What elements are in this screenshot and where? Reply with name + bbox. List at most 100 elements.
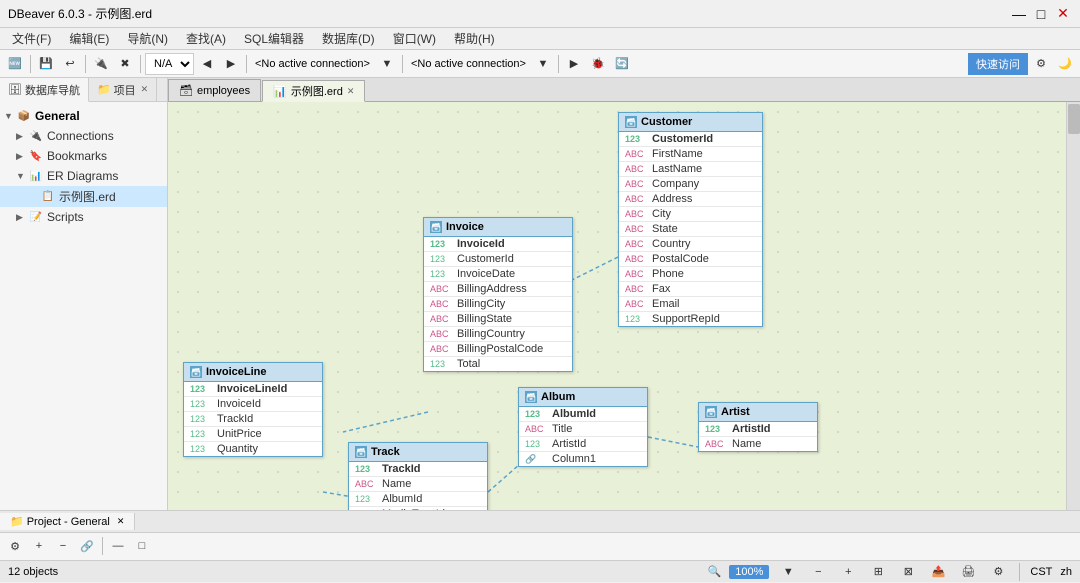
track-field-name: ABCName (349, 477, 487, 492)
close-button[interactable]: ✕ (1054, 5, 1072, 23)
bottom-add[interactable]: + (28, 535, 50, 557)
tree-bookmarks[interactable]: ▶ 🔖 Bookmarks (0, 146, 167, 166)
tree-erd-file[interactable]: 📋 示例图.erd (0, 186, 167, 207)
quick-access-button[interactable]: 快速访问 (968, 53, 1028, 75)
customer-field-city: ABCCity (619, 207, 762, 222)
zoom-fit[interactable]: ⊞ (867, 561, 889, 583)
menu-item-n[interactable]: 导航(N) (119, 28, 176, 49)
connect-button[interactable]: 🔌 (90, 53, 112, 75)
vertical-scrollbar[interactable] (1066, 102, 1080, 510)
search-icon[interactable]: 🔍 (708, 565, 722, 578)
erd-tab-icon: 📊 (273, 85, 287, 98)
tab-db-nav[interactable]: 🗄 数据库导航 (0, 78, 89, 102)
settings-btn2[interactable]: ⚙ (987, 561, 1009, 583)
nav-forward[interactable]: ▶ (220, 53, 242, 75)
track-table-icon: 🗃 (355, 446, 367, 458)
left-panel-tabs: 🗄 数据库导航 📁 项目 ✕ (0, 78, 167, 102)
debug-button[interactable]: 🐞 (587, 53, 609, 75)
artist-field-id: 123ArtistId (699, 422, 817, 437)
customer-field-state: ABCState (619, 222, 762, 237)
print-btn[interactable]: 🖨 (957, 561, 979, 583)
artist-table[interactable]: 🗃 Artist 123ArtistId ABCName (698, 402, 818, 452)
album-table[interactable]: 🗃 Album 123AlbumId ABCTitle 123ArtistId … (518, 387, 648, 467)
zoom-in[interactable]: + (837, 561, 859, 583)
bottom-remove[interactable]: − (52, 535, 74, 557)
minimize-button[interactable]: — (1010, 5, 1028, 23)
menu-item-a[interactable]: 查找(A) (178, 28, 234, 49)
tab-project-close[interactable]: ✕ (141, 84, 149, 95)
menu-item-h[interactable]: 帮助(H) (446, 28, 503, 49)
invoiceline-table[interactable]: 🗃 InvoiceLine 123InvoiceLineId 123Invoic… (183, 362, 323, 457)
bottom-tab-project[interactable]: 📁 Project - General ✕ (0, 513, 135, 530)
save-button[interactable]: 💾 (35, 53, 57, 75)
track-table[interactable]: 🗃 Track 123TrackId ABCName 123AlbumId 12… (348, 442, 488, 510)
bk-arrow: ▶ (16, 151, 28, 162)
editor-tabs: 🗃 employees 📊 示例图.erd ✕ (168, 78, 1080, 102)
conn-dropdown-1[interactable]: ▼ (376, 53, 398, 75)
scripts-arrow: ▶ (16, 212, 28, 223)
editor-area: 🗃 employees 📊 示例图.erd ✕ (168, 78, 1080, 510)
er-icon: 📊 (28, 168, 44, 184)
tree-general[interactable]: ▼ 📦 General (0, 106, 167, 126)
tab-project[interactable]: 📁 项目 ✕ (89, 78, 157, 101)
tab-employees[interactable]: 🗃 employees (168, 79, 261, 101)
menu-item-w[interactable]: 窗口(W) (385, 28, 444, 49)
customer-field-fax: ABCFax (619, 282, 762, 297)
invoice-table[interactable]: 🗃 Invoice 123InvoiceId 123CustomerId 123… (423, 217, 573, 372)
object-count: 12 objects (8, 566, 58, 578)
nav-back[interactable]: ◀ (196, 53, 218, 75)
tab-db-nav-label: 数据库导航 (25, 82, 80, 98)
customer-field-id: 123 CustomerId (619, 132, 762, 147)
bottom-panel: 📁 Project - General ✕ ⚙ + − 🔗 — □ (0, 510, 1080, 560)
run-button[interactable]: ▶ (563, 53, 585, 75)
zoom-out[interactable]: − (807, 561, 829, 583)
sep6 (558, 55, 559, 73)
maximize-button[interactable]: □ (1032, 5, 1050, 23)
erd-file-label: 示例图.erd (59, 188, 116, 205)
refresh-button[interactable]: 🔄 (611, 53, 633, 75)
erd-canvas[interactable]: 🗃 Customer 123 CustomerId ABCFirstName A… (168, 102, 1080, 510)
bottom-settings[interactable]: ⚙ (4, 535, 26, 557)
bottom-link[interactable]: 🔗 (76, 535, 98, 557)
bottom-min[interactable]: — (107, 535, 129, 557)
invoice-header: 🗃 Invoice (424, 218, 572, 237)
bottom-tab-close[interactable]: ✕ (117, 516, 125, 527)
grid-btn[interactable]: ⊠ (897, 561, 919, 583)
conn-dropdown-2[interactable]: ▼ (532, 53, 554, 75)
tree-er-diagrams[interactable]: ▼ 📊 ER Diagrams (0, 166, 167, 186)
zoom-dropdown[interactable]: ▼ (777, 561, 799, 583)
body-area: 🗄 数据库导航 📁 项目 ✕ ▼ 📦 General ▶ (0, 78, 1080, 582)
bottom-max[interactable]: □ (131, 535, 153, 557)
general-icon: 📦 (16, 108, 32, 124)
scrollbar-thumb[interactable] (1068, 104, 1080, 134)
theme-button[interactable]: 🌙 (1054, 53, 1076, 75)
il-field-inv: 123InvoiceId (184, 397, 322, 412)
er-arrow: ▼ (16, 171, 28, 181)
settings-button[interactable]: ⚙ (1030, 53, 1052, 75)
menu-item-f[interactable]: 文件(F) (4, 28, 59, 49)
menu-item-d[interactable]: 数据库(D) (314, 28, 383, 49)
na-dropdown[interactable]: N/A (145, 53, 194, 75)
customer-title: Customer (641, 116, 692, 128)
tree-connections[interactable]: ▶ 🔌 Connections (0, 126, 167, 146)
revert-button[interactable]: ↩ (59, 53, 81, 75)
artist-table-icon: 🗃 (705, 406, 717, 418)
tab-erd[interactable]: 📊 示例图.erd ✕ (262, 80, 365, 102)
customer-field-country: ABCCountry (619, 237, 762, 252)
customer-table[interactable]: 🗃 Customer 123 CustomerId ABCFirstName A… (618, 112, 763, 327)
sep1 (30, 55, 31, 73)
erd-tab-label: 示例图.erd (291, 83, 343, 99)
export-btn[interactable]: 📤 (927, 561, 949, 583)
customer-table-icon: 🗃 (625, 116, 637, 128)
invoice-field-id: 123InvoiceId (424, 237, 572, 252)
album-header: 🗃 Album (519, 388, 647, 407)
menu-item-e[interactable]: 编辑(E) (61, 28, 117, 49)
general-label: General (35, 109, 80, 123)
disconnect-button[interactable]: ✖ (114, 53, 136, 75)
menu-item-sql[interactable]: SQL编辑器 (236, 28, 312, 49)
titlebar: DBeaver 6.0.3 - 示例图.erd — □ ✕ (0, 0, 1080, 28)
new-button[interactable]: 🆕 (4, 53, 26, 75)
il-field-qty: 123Quantity (184, 442, 322, 456)
erd-tab-close[interactable]: ✕ (347, 86, 355, 97)
tree-scripts[interactable]: ▶ 📝 Scripts (0, 207, 167, 227)
